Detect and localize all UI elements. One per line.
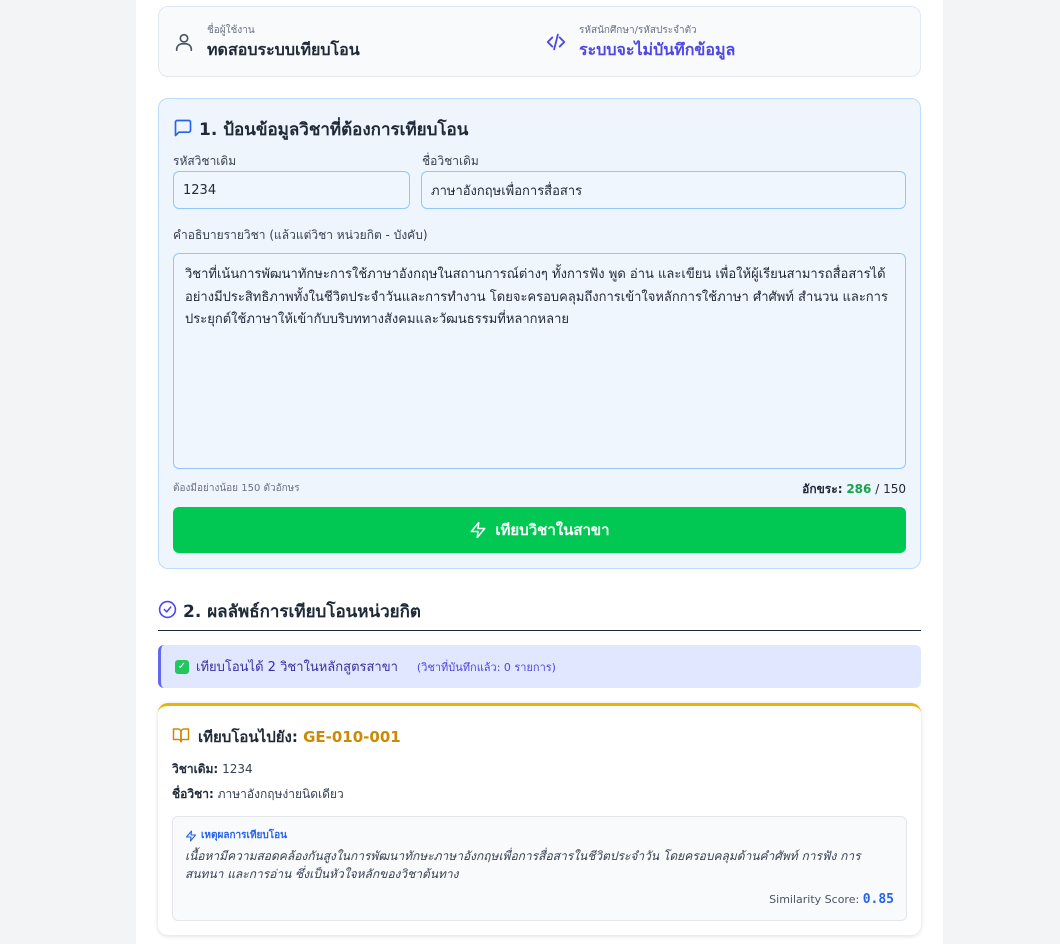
- similarity-score: Similarity Score: 0.85: [769, 892, 894, 907]
- user-name-label: ชื่อผู้ใช้งาน: [207, 25, 255, 36]
- zap-icon: [185, 829, 197, 842]
- user-info-card: ชื่อผู้ใช้งาน ทดสอบระบบเทียบโอน รหัสนักศ…: [158, 6, 921, 77]
- message-square-icon: [174, 119, 192, 137]
- banner-main-text: เทียบโอนได้ 2 วิชาในหลักสูตรสาขา: [196, 660, 398, 675]
- similarity-score-value: 0.85: [862, 892, 894, 907]
- min-length-hint: ต้องมีอย่างน้อย 150 ตัวอักษร: [173, 483, 300, 494]
- main-page: ชื่อผู้ใช้งาน ทดสอบระบบเทียบโอน รหัสนักศ…: [136, 0, 943, 944]
- reason-box: เหตุผลการเทียบโอน เนื้อหามีความสอดคล้องก…: [172, 816, 907, 921]
- original-name-line: ชื่อวิชา: ภาษาอังกฤษง่ายนิดเดียว: [172, 785, 344, 804]
- result-title: เทียบโอนไปยัง: GE-010-001: [198, 725, 401, 749]
- course-description-label: คำอธิบายรายวิชา (แล้วแต่วิชา หน่วยกิต - …: [173, 228, 428, 242]
- counter-minimum: 150: [883, 482, 906, 496]
- course-name-input[interactable]: [421, 171, 906, 209]
- course-name-label: ชื่อวิชาเดิม: [422, 154, 479, 168]
- original-code-value: 1234: [222, 762, 253, 776]
- student-id-info: รหัสนักศึกษา/รหัสประจำตัว ระบบจะไม่บันทึ…: [545, 7, 905, 76]
- user-name-value: ทดสอบระบบเทียบโอน: [207, 40, 360, 59]
- results-summary-banner: ✓ เทียบโอนได้ 2 วิชาในหลักสูตรสาขา (วิชา…: [158, 645, 921, 688]
- result-title-prefix: เทียบโอนไปยัง:: [198, 728, 298, 746]
- reason-header: เหตุผลการเทียบโอน: [185, 828, 287, 843]
- book-open-icon: [172, 728, 190, 743]
- character-counter: อักขระ: 286 / 150: [802, 480, 906, 499]
- original-code-label: วิชาเดิม:: [172, 762, 219, 776]
- student-id-label: รหัสนักศึกษา/รหัสประจำตัว: [579, 25, 697, 36]
- course-description-textarea[interactable]: วิชาที่เน้นการพัฒนาทักษะการใช้ภาษาอังกฤษ…: [173, 253, 906, 469]
- zap-icon: [470, 521, 486, 539]
- original-code-line: วิชาเดิม: 1234: [172, 760, 253, 779]
- reason-text: เนื้อหามีความสอดคล้องกันสูงในการพัฒนาทัก…: [185, 849, 861, 881]
- section1-title: 1. ป้อนข้อมูลวิชาที่ต้องการเทียบโอน: [199, 120, 469, 140]
- user-icon: [175, 33, 193, 52]
- results-header: 2. ผลลัพธ์การเทียบโอนหน่วยกิต: [158, 596, 921, 631]
- original-name-label: ชื่อวิชา:: [172, 787, 214, 801]
- similarity-score-label: Similarity Score:: [769, 893, 860, 906]
- code-icon: [546, 33, 566, 51]
- course-code-label: รหัสวิชาเดิม: [173, 154, 237, 168]
- result-card: เทียบโอนไปยัง: GE-010-001 วิชาเดิม: 1234…: [158, 703, 921, 935]
- student-id-value: ระบบจะไม่บันทึกข้อมูล: [579, 40, 736, 59]
- counter-separator: /: [875, 482, 880, 496]
- user-name-info: ชื่อผู้ใช้งาน ทดสอบระบบเทียบโอน: [173, 7, 533, 76]
- compare-button-label: เทียบวิชาในสาขา: [495, 521, 610, 539]
- input-section: 1. ป้อนข้อมูลวิชาที่ต้องการเทียบโอน รหัส…: [158, 98, 921, 569]
- compare-courses-button[interactable]: เทียบวิชาในสาขา: [173, 507, 906, 553]
- check-box-icon: ✓: [175, 659, 189, 674]
- target-course-code: GE-010-001: [303, 728, 401, 746]
- section2-title: 2. ผลลัพธ์การเทียบโอนหน่วยกิต: [183, 602, 421, 622]
- counter-current: 286: [846, 482, 872, 496]
- counter-label: อักขระ:: [802, 482, 843, 496]
- course-code-input[interactable]: [173, 171, 410, 209]
- original-name-value: ภาษาอังกฤษง่ายนิดเดียว: [217, 787, 344, 801]
- check-circle-icon: [158, 600, 177, 619]
- banner-saved-count: (วิชาที่บันทึกแล้ว: 0 รายการ): [416, 660, 556, 674]
- reason-title: เหตุผลการเทียบโอน: [201, 830, 287, 841]
